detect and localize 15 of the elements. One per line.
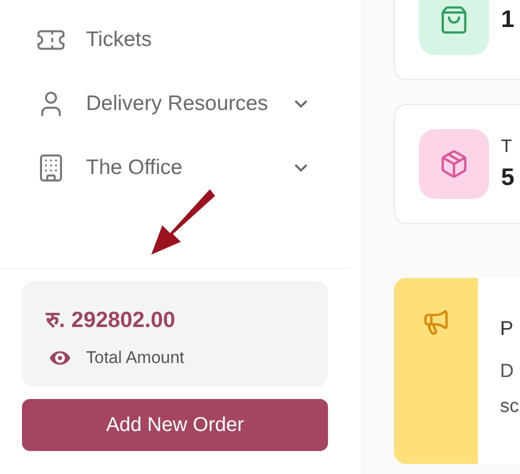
notice-text: D	[500, 360, 515, 384]
stat-value: 5	[501, 162, 514, 192]
box-icon	[439, 149, 469, 179]
add-order-button[interactable]: Add New Order	[22, 399, 328, 451]
stat-value: 1	[501, 5, 514, 35]
nav-item[interactable]: Tickets	[36, 24, 311, 56]
stat-title: T	[501, 134, 513, 158]
total-amount: रु. 292802.00	[46, 306, 176, 334]
nav-item[interactable]: Delivery Resources	[36, 88, 311, 120]
notice-title: P	[500, 317, 514, 342]
nav-item[interactable]: The Office	[36, 152, 311, 184]
megaphone-icon	[422, 308, 450, 336]
bag-icon	[439, 5, 469, 35]
total-label: Total Amount	[86, 347, 184, 370]
notice-text: sc	[500, 394, 519, 418]
